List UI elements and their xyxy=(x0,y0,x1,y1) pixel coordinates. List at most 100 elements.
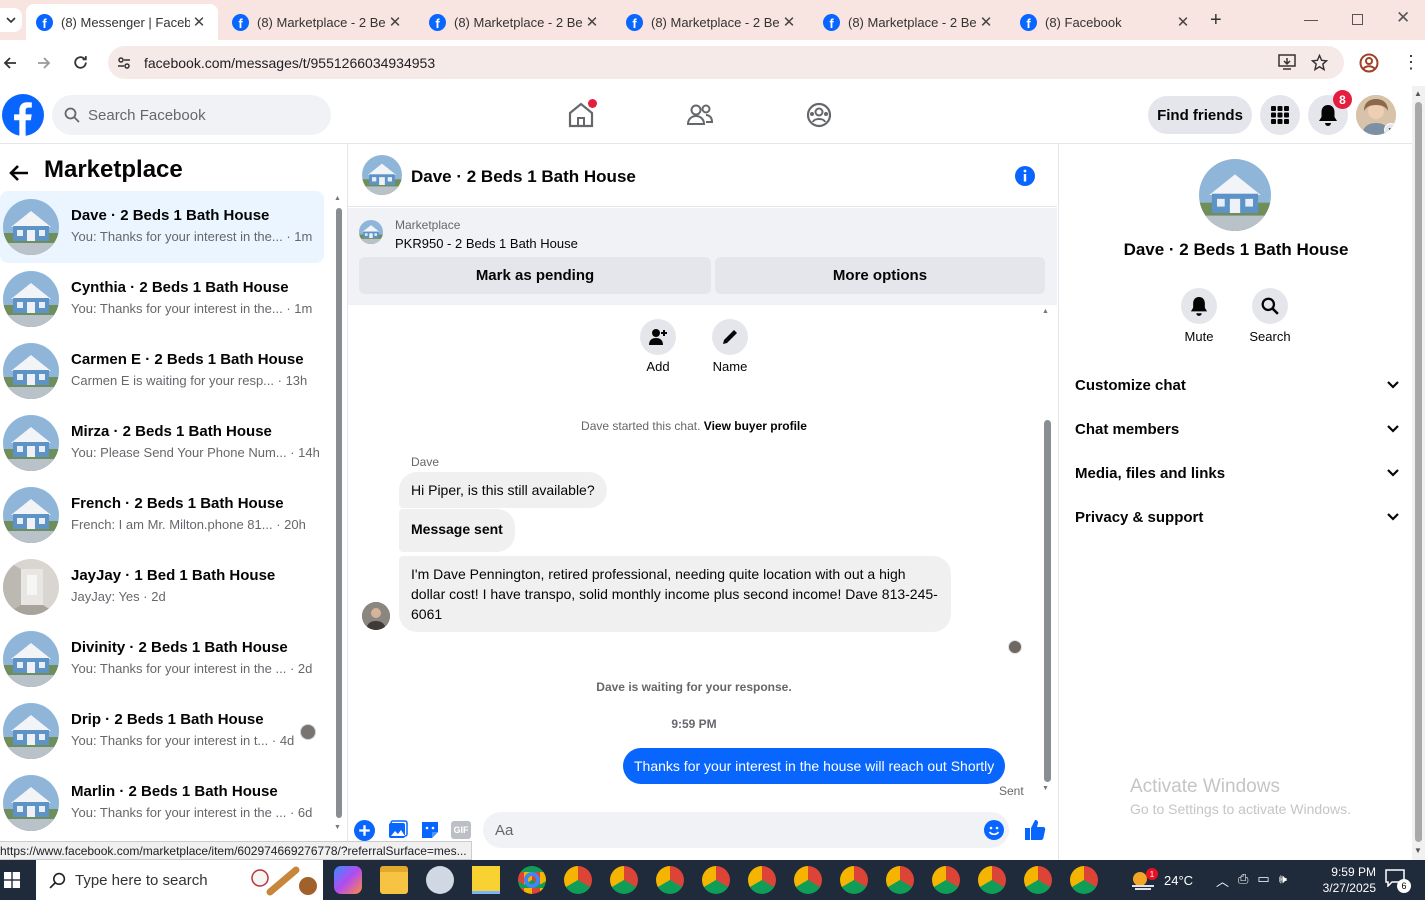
file-explorer-icon[interactable] xyxy=(380,866,408,894)
info-icon[interactable] xyxy=(1014,165,1036,187)
browser-tab[interactable]: f (8) Marketplace - 2 Beds ✕ xyxy=(813,4,1005,40)
chrome-icon[interactable] xyxy=(932,866,960,894)
chrome-icon[interactable] xyxy=(1070,866,1098,894)
forward-icon[interactable] xyxy=(36,55,52,71)
scroll-up-arrow[interactable]: ▲ xyxy=(334,195,341,202)
scroll-thumb[interactable] xyxy=(1415,102,1422,842)
more-menu-icon[interactable]: ⋮ xyxy=(1402,52,1420,72)
chrome-icon[interactable] xyxy=(702,866,730,894)
photo-icon[interactable] xyxy=(388,820,408,840)
mark-as-pending-button[interactable]: Mark as pending xyxy=(359,257,711,294)
conversation-item[interactable]: Dave · 2 Beds 1 Bath House You: Thanks fo… xyxy=(0,191,324,263)
conversation-item[interactable]: French · 2 Beds 1 Bath House French: I am… xyxy=(0,479,324,551)
conversation-item[interactable]: Marlin · 2 Beds 1 Bath House You: Thanks … xyxy=(0,767,324,839)
chrome-icon[interactable] xyxy=(886,866,914,894)
chrome-icon[interactable] xyxy=(610,866,638,894)
site-info-icon[interactable] xyxy=(116,55,132,71)
message-bubble[interactable]: Message sent xyxy=(399,509,515,552)
scroll-thumb[interactable] xyxy=(336,208,342,818)
chat-scrollbar[interactable]: ▲ ▼ xyxy=(1041,308,1053,798)
facebook-search-input[interactable]: Search Facebook xyxy=(52,95,331,135)
menu-button[interactable] xyxy=(1260,95,1300,135)
profile-icon[interactable] xyxy=(1359,53,1379,73)
install-app-icon[interactable] xyxy=(1278,54,1296,71)
chrome-icon[interactable] xyxy=(748,866,776,894)
conversation-item[interactable]: Divinity · 2 Beds 1 Bath House You: Thank… xyxy=(0,623,324,695)
windows-start-icon[interactable] xyxy=(4,872,20,888)
emoji-icon[interactable] xyxy=(984,820,1004,840)
thumbs-up-icon[interactable] xyxy=(1024,819,1046,841)
close-icon[interactable]: ✕ xyxy=(780,13,798,31)
close-window-button[interactable]: ✕ xyxy=(1396,8,1410,28)
plus-circle-icon[interactable] xyxy=(354,820,375,841)
chrome-icon[interactable] xyxy=(564,866,592,894)
volume-icon[interactable]: 🕪 xyxy=(1279,871,1287,890)
browser-tab[interactable]: f (8) Marketplace - 2 Beds ✕ xyxy=(616,4,808,40)
conversation-item[interactable]: Mirza · 2 Beds 1 Bath House You: Please S… xyxy=(0,407,324,479)
customize-chat-section[interactable]: Customize chat xyxy=(1075,367,1399,403)
conversation-item[interactable]: JayJay · 1 Bed 1 Bath House JayJay: Yes ·… xyxy=(0,551,324,623)
chrome-icon[interactable] xyxy=(840,866,868,894)
listing-title[interactable]: PKR950 - 2 Beds 1 Bath House xyxy=(395,236,578,251)
chrome-icon[interactable] xyxy=(656,866,684,894)
close-icon[interactable]: ✕ xyxy=(190,13,208,31)
groups-nav[interactable] xyxy=(802,98,836,132)
new-tab-button[interactable]: + xyxy=(1210,9,1222,32)
home-nav[interactable] xyxy=(564,98,598,132)
account-avatar[interactable]: ▼ xyxy=(1356,95,1396,135)
scroll-thumb[interactable] xyxy=(1044,420,1051,782)
back-icon[interactable] xyxy=(2,55,18,71)
sticky-notes-icon[interactable] xyxy=(472,866,500,894)
find-friends-button[interactable]: Find friends xyxy=(1148,96,1252,134)
notification-center-button[interactable]: 6 xyxy=(1385,869,1411,893)
reload-icon[interactable] xyxy=(72,54,89,71)
friends-nav[interactable] xyxy=(683,98,717,132)
conversation-item[interactable]: Drip · 2 Beds 1 Bath House You: Thanks fo… xyxy=(0,695,324,767)
close-icon[interactable]: ✕ xyxy=(1174,13,1192,31)
chrome-icon[interactable] xyxy=(1024,866,1052,894)
copilot-icon[interactable] xyxy=(334,866,362,894)
close-icon[interactable]: ✕ xyxy=(386,13,404,31)
back-arrow-icon[interactable] xyxy=(8,162,30,184)
gif-icon[interactable]: GIF xyxy=(451,821,471,839)
conversation-item[interactable]: Carmen E · 2 Beds 1 Bath House Carmen E i… xyxy=(0,335,324,407)
list-scrollbar[interactable]: ▲ ▼ xyxy=(333,192,345,842)
chevron-up-icon[interactable]: ︿ xyxy=(1216,871,1229,890)
scroll-down-arrow[interactable]: ▼ xyxy=(1042,785,1049,792)
close-icon[interactable]: ✕ xyxy=(977,13,995,31)
more-options-button[interactable]: More options xyxy=(715,257,1045,294)
facebook-logo[interactable] xyxy=(2,94,44,136)
browser-tab[interactable]: f (8) Marketplace - 2 Beds ✕ xyxy=(419,4,611,40)
scroll-down-arrow[interactable]: ▼ xyxy=(1414,846,1422,855)
chrome-icon[interactable] xyxy=(518,866,546,894)
media-files-links-section[interactable]: Media, files and links xyxy=(1075,455,1399,491)
page-scrollbar[interactable]: ▲ ▼ xyxy=(1412,86,1425,860)
chat-title[interactable]: Dave · 2 Beds 1 Bath House xyxy=(411,167,636,187)
taskbar-search-box[interactable]: Type here to search xyxy=(36,860,323,900)
minimize-button[interactable] xyxy=(1304,20,1318,21)
scroll-down-arrow[interactable]: ▼ xyxy=(334,824,341,831)
message-bubble[interactable]: Hi Piper, is this still available? xyxy=(399,472,607,508)
chrome-icon[interactable] xyxy=(794,866,822,894)
view-buyer-profile-link[interactable]: View buyer profile xyxy=(704,419,807,433)
rename-button[interactable] xyxy=(712,319,748,355)
scroll-up-arrow[interactable]: ▲ xyxy=(1042,308,1049,315)
browser-tab[interactable]: f (8) Messenger | Facebook ✕ xyxy=(26,4,218,40)
sticker-icon[interactable] xyxy=(420,820,440,840)
message-composer[interactable]: Aa xyxy=(483,812,1009,848)
browser-tab[interactable]: f (8) Facebook ✕ xyxy=(1010,4,1202,40)
listing-thumb[interactable] xyxy=(359,220,383,244)
close-icon[interactable]: ✕ xyxy=(583,13,601,31)
privacy-support-section[interactable]: Privacy & support xyxy=(1075,499,1399,535)
conversation-item[interactable]: Cynthia · 2 Beds 1 Bath House You: Thanks… xyxy=(0,263,324,335)
restore-button[interactable] xyxy=(1352,14,1363,25)
app-icon[interactable] xyxy=(426,866,454,894)
chrome-icon[interactable] xyxy=(978,866,1006,894)
details-avatar[interactable] xyxy=(1199,159,1271,231)
browser-tab[interactable]: f (8) Marketplace - 2 Beds ✕ xyxy=(222,4,414,40)
weather-widget[interactable]: 1 24°C xyxy=(1130,860,1200,900)
message-bubble[interactable]: I'm Dave Pennington, retired professiona… xyxy=(399,556,951,632)
camera-icon[interactable]: ⎙ xyxy=(1238,871,1248,890)
mute-button[interactable] xyxy=(1181,288,1217,324)
chat-members-section[interactable]: Chat members xyxy=(1075,411,1399,447)
